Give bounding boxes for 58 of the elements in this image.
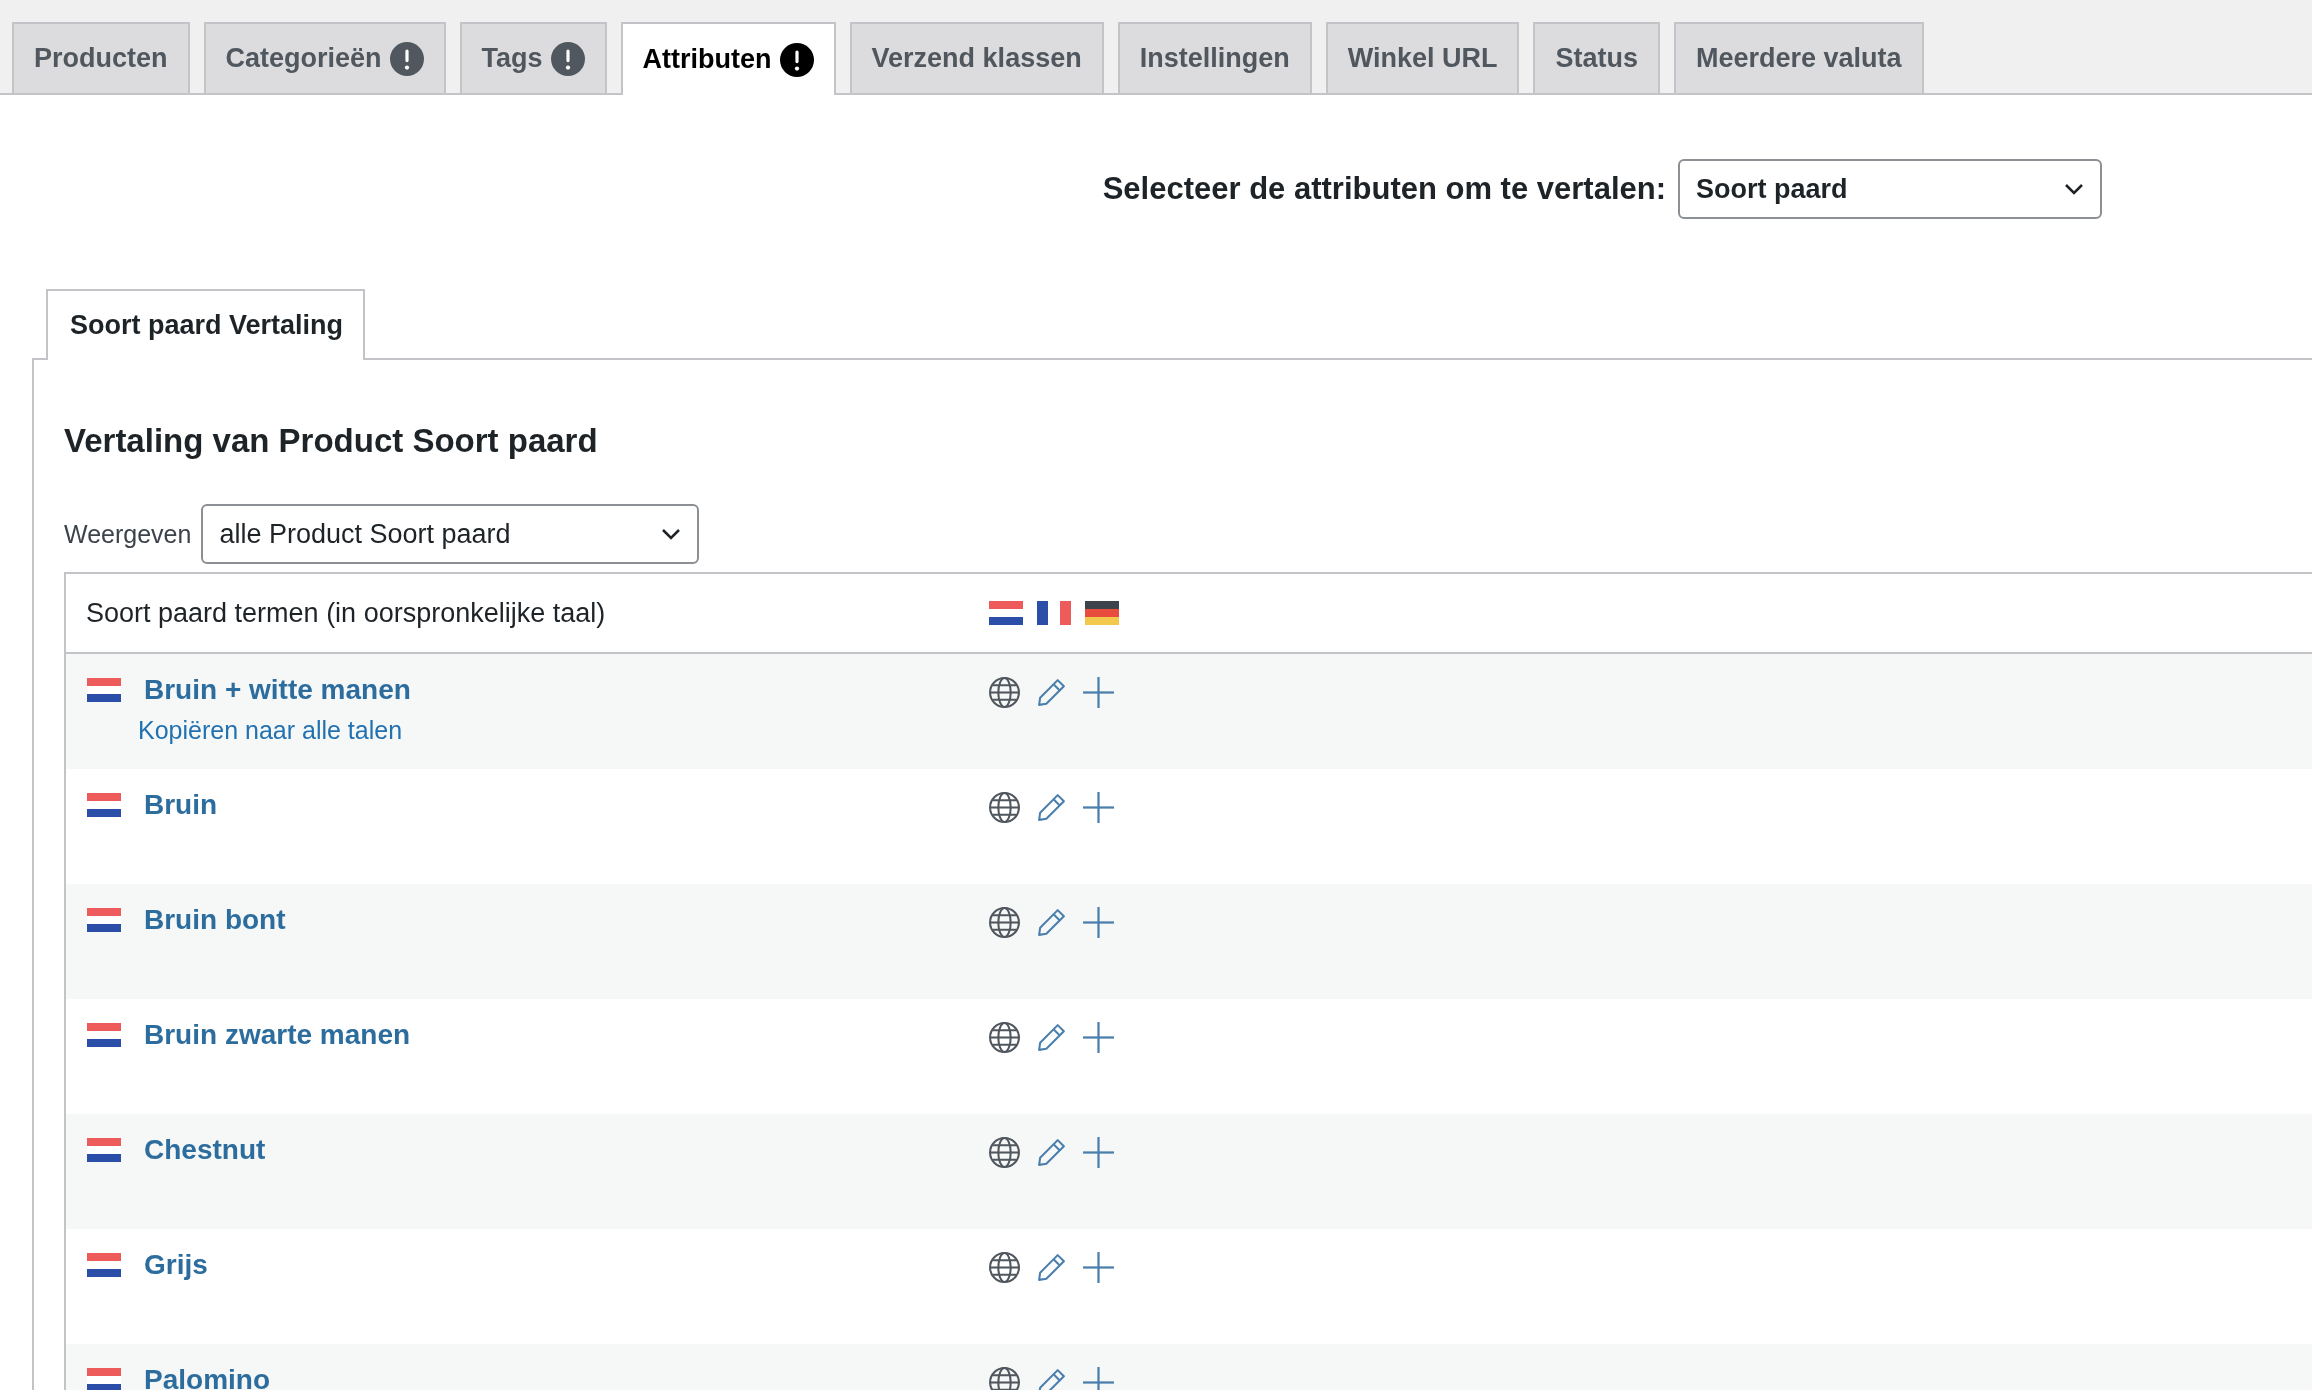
plus-icon[interactable] [1082, 1366, 1115, 1390]
attribute-select[interactable]: Soort paard [1678, 159, 2102, 219]
globe-icon[interactable] [988, 791, 1021, 824]
alert-icon [389, 41, 424, 76]
globe-icon[interactable] [988, 676, 1021, 709]
term-link[interactable]: Bruin + witte manen [144, 674, 411, 706]
nav-tab[interactable]: Winkel URL [1325, 22, 1520, 93]
plus-icon[interactable] [1082, 791, 1115, 824]
nav-tab[interactable]: Categorieën [203, 22, 446, 93]
nav-tab[interactable]: Verzend klassen [849, 22, 1104, 93]
nav-tab[interactable]: Producten [12, 22, 190, 93]
plus-icon[interactable] [1082, 1136, 1115, 1169]
pencil-icon[interactable] [1035, 676, 1068, 709]
panel-tab[interactable]: Soort paard Vertaling [46, 289, 366, 360]
term-link[interactable]: Bruin [144, 789, 218, 821]
copy-link[interactable]: Kopiëren naar alle talen [138, 716, 403, 745]
term-link[interactable]: Bruin bont [144, 904, 286, 936]
flag-icon [86, 1253, 122, 1277]
flag-icon [86, 1023, 122, 1047]
plus-icon[interactable] [1082, 906, 1115, 939]
term-link[interactable]: Bruin zwarte manen [144, 1019, 411, 1051]
globe-icon[interactable] [988, 906, 1021, 939]
plus-icon[interactable] [1082, 676, 1115, 709]
filter-label: Weergeven [64, 519, 192, 549]
flag-icon [86, 678, 122, 702]
term-link[interactable]: Chestnut [144, 1134, 266, 1166]
plus-icon[interactable] [1082, 1251, 1115, 1284]
pencil-icon[interactable] [1035, 791, 1068, 824]
flag-icon [1084, 601, 1120, 625]
globe-icon[interactable] [988, 1021, 1021, 1054]
nav-tab[interactable]: Meerdere valuta [1674, 22, 1924, 93]
globe-icon[interactable] [988, 1136, 1021, 1169]
flag-icon [86, 1138, 122, 1162]
column-header: Soort paard termen (in oorspronkelijke taal) [86, 597, 607, 629]
term-link[interactable]: Grijs [144, 1249, 208, 1281]
attribute-select-label: Selecteer de attributen om te vertalen: [1102, 171, 1666, 207]
plus-icon[interactable] [1082, 1021, 1115, 1054]
nav-tab[interactable]: Instellingen [1117, 22, 1312, 93]
section-heading: Vertaling van Product Soort paard [64, 422, 599, 460]
alert-icon [779, 42, 814, 77]
nav-tab[interactable]: Status [1533, 22, 1660, 93]
flag-icon [1036, 601, 1072, 625]
flag-icon [86, 793, 122, 817]
nav-tab[interactable]: Attributen [620, 22, 836, 95]
nav-tab[interactable]: Tags [459, 22, 607, 93]
pencil-icon[interactable] [1035, 1021, 1068, 1054]
filter-select[interactable]: alle Product Soort paard [201, 504, 700, 564]
pencil-icon[interactable] [1035, 1251, 1068, 1284]
chevron-down-icon [661, 528, 682, 540]
alert-icon [550, 41, 585, 76]
chevron-down-icon [2064, 183, 2084, 195]
term-link[interactable]: Palomino [144, 1364, 270, 1390]
flag-icon [988, 601, 1024, 625]
pencil-icon[interactable] [1035, 1136, 1068, 1169]
flag-icon [86, 908, 122, 932]
globe-icon[interactable] [988, 1251, 1021, 1284]
globe-icon[interactable] [988, 1366, 1021, 1390]
pencil-icon[interactable] [1035, 906, 1068, 939]
